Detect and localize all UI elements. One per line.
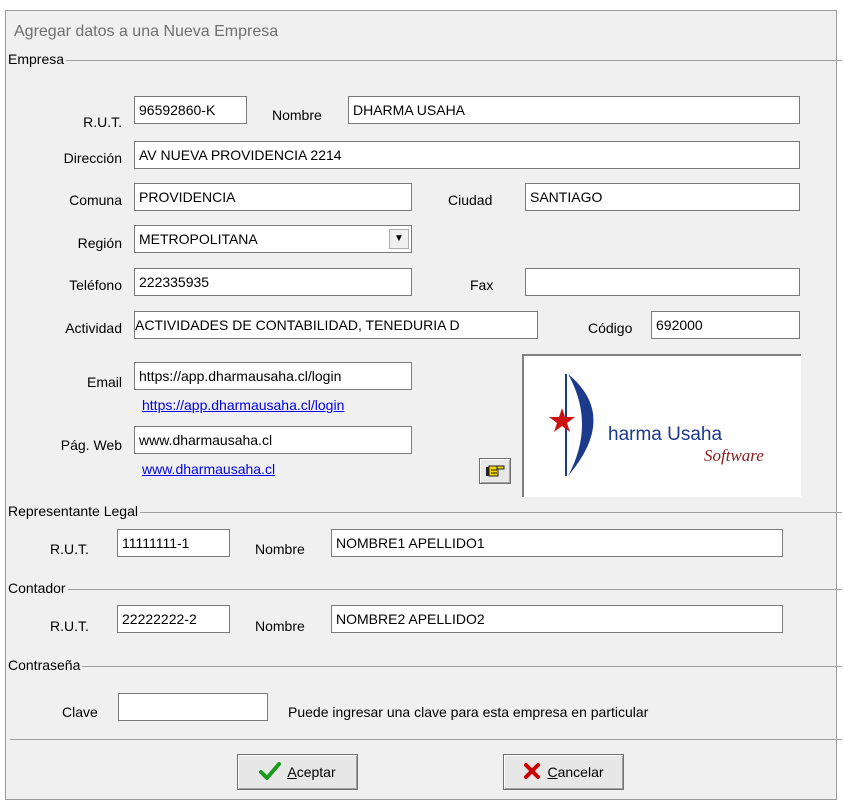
telefono-field[interactable]: 222335935 (134, 268, 412, 296)
nombre-label: Nombre (272, 107, 322, 123)
contador-nombre-field[interactable]: NOMBRE2 APELLIDO2 (331, 605, 783, 633)
web-field[interactable]: www.dharmausaha.cl (134, 426, 412, 454)
web-link[interactable]: www.dharmausaha.cl (142, 461, 275, 477)
contador-nombre-label: Nombre (255, 618, 305, 634)
email-label: Email (86, 374, 122, 390)
contador-rut-field[interactable]: 22222222-2 (117, 605, 230, 633)
region-selected-value: METROPOLITANA (139, 231, 258, 247)
telefono-label: Teléfono (69, 277, 122, 293)
web-label: Pág. Web (60, 437, 122, 453)
comuna-field[interactable]: PROVIDENCIA (134, 183, 412, 211)
representante-nombre-field[interactable]: NOMBRE1 APELLIDO1 (331, 529, 783, 557)
aceptar-button[interactable]: Aceptar (237, 754, 358, 790)
ciudad-field[interactable]: SANTIAGO (525, 183, 800, 211)
clave-label: Clave (62, 704, 98, 720)
check-icon (259, 761, 282, 783)
region-label: Región (77, 235, 122, 251)
ciudad-label: Ciudad (448, 192, 493, 208)
comuna-label: Comuna (69, 192, 122, 208)
logo-text: harma Usaha (608, 424, 723, 445)
clave-field[interactable] (118, 693, 268, 721)
logo-subtext: Software (704, 446, 764, 465)
fax-label: Fax (470, 277, 494, 293)
company-logo: harma Usaha Software (522, 354, 801, 497)
chevron-down-icon[interactable]: ▼ (389, 229, 409, 249)
aceptar-label: Aceptar (287, 764, 336, 780)
direccion-field[interactable]: AV NUEVA PROVIDENCIA 2214 (134, 141, 800, 169)
pointing-hand-icon (485, 463, 505, 480)
close-icon (523, 762, 541, 783)
actividad-label: Actividad (65, 320, 122, 336)
open-web-button[interactable] (479, 458, 511, 484)
dialog-title: Agregar datos a una Nueva Empresa (14, 23, 279, 40)
representante-legend: Representante Legal (8, 503, 140, 519)
codigo-label: Código (588, 320, 633, 336)
clave-hint: Puede ingresar una clave para esta empre… (288, 704, 649, 720)
rut-label: R.U.T. (83, 114, 122, 130)
representante-rut-field[interactable]: 11111111-1 (117, 529, 230, 557)
representante-rut-label: R.U.T. (50, 541, 89, 557)
representante-nombre-label: Nombre (255, 541, 305, 557)
region-select[interactable]: METROPOLITANA ▼ (134, 225, 412, 253)
footer-divider (10, 739, 842, 740)
contador-legend: Contador (8, 580, 68, 596)
email-link[interactable]: https://app.dharmausaha.cl/login (142, 397, 344, 413)
direccion-label: Dirección (63, 150, 122, 166)
cancelar-label: Cancelar (547, 764, 604, 780)
cancelar-button[interactable]: Cancelar (503, 754, 624, 790)
actividad-field[interactable]: ACTIVIDADES DE CONTABILIDAD, TENEDURIA D (134, 311, 538, 339)
empresa-legend: Empresa (8, 51, 67, 67)
email-field[interactable]: https://app.dharmausaha.cl/login (134, 362, 412, 390)
fax-field[interactable] (525, 268, 800, 296)
contador-rut-label: R.U.T. (50, 618, 89, 634)
nombre-field[interactable]: DHARMA USAHA (348, 96, 800, 124)
rut-field[interactable]: 96592860-K (134, 96, 247, 124)
codigo-field[interactable]: 692000 (651, 311, 800, 339)
contrasena-legend: Contraseña (8, 657, 83, 673)
